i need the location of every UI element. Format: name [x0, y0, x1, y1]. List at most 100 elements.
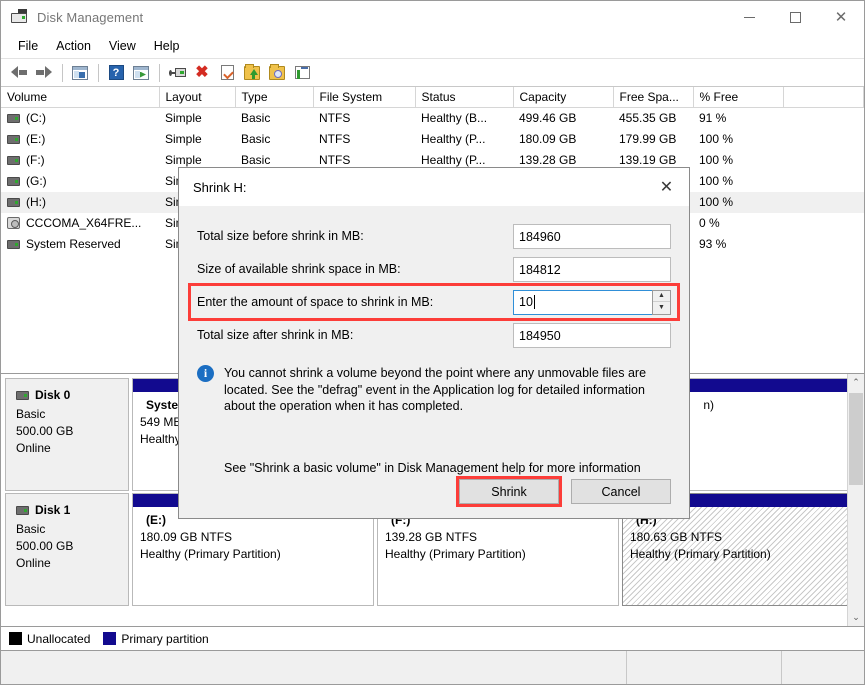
scrollbar-thumb[interactable]: [849, 393, 863, 485]
shrink-amount-spinner[interactable]: 10 ▲ ▼: [513, 290, 671, 315]
partition-status: Healthy (Primary Partition): [140, 546, 366, 563]
scroll-down-button[interactable]: ⌄: [848, 609, 864, 626]
cell-layout: Simple: [159, 108, 235, 129]
column-header-file-system[interactable]: File System: [313, 87, 415, 108]
column-header-free-space[interactable]: Free Spa...: [613, 87, 693, 108]
close-button[interactable]: ✕: [818, 1, 864, 33]
value-total-size-before: 184960: [513, 224, 671, 249]
maximize-button[interactable]: [772, 1, 818, 33]
column-header-percent-free[interactable]: % Free: [693, 87, 783, 108]
cell-free-space: 455.35 GB: [613, 108, 693, 129]
maximize-icon: [790, 12, 801, 23]
vertical-scrollbar[interactable]: ⌃ ⌄: [847, 374, 864, 626]
minimize-button[interactable]: [726, 1, 772, 33]
scrollbar-track[interactable]: [848, 391, 864, 609]
cell-type: Basic: [235, 108, 313, 129]
disk-state: Online: [16, 555, 118, 572]
rescan-disks-button[interactable]: [165, 62, 189, 84]
cell-volume: CCCOMA_X64FRE...: [26, 216, 141, 230]
disk-management-window: Disk Management ✕ File Action View Help …: [0, 0, 865, 685]
column-header-layout[interactable]: Layout: [159, 87, 235, 108]
label-shrink-amount: Enter the amount of space to shrink in M…: [197, 295, 513, 309]
partition-size: 180.09 GB NTFS: [140, 529, 366, 546]
spinner-up-button[interactable]: ▲: [653, 291, 670, 303]
rescan-disks-icon: [169, 66, 186, 79]
cell-free-space: 179.99 GB: [613, 129, 693, 150]
value-total-size-after: 184950: [513, 323, 671, 348]
cell-layout: Simple: [159, 129, 235, 150]
list-view-button[interactable]: [290, 62, 314, 84]
drive-icon: [7, 177, 20, 186]
dialog-info-text: You cannot shrink a volume beyond the po…: [224, 365, 671, 415]
column-header-blank[interactable]: [783, 87, 864, 108]
shrink-amount-input[interactable]: 10: [513, 290, 652, 315]
drive-icon: [7, 114, 20, 123]
list-view-icon: [295, 66, 310, 79]
disk-info-panel[interactable]: Disk 1 Basic 500.00 GB Online: [5, 493, 129, 606]
window-controls: ✕: [726, 1, 864, 33]
menu-help[interactable]: Help: [145, 36, 189, 56]
back-button[interactable]: [7, 62, 31, 84]
cell-percent-free: 100 %: [693, 150, 783, 171]
dialog-title-bar: Shrink H: ✕: [179, 168, 689, 206]
disk-size: 500.00 GB: [16, 538, 118, 555]
scroll-up-button[interactable]: ⌃: [848, 374, 864, 391]
partition-size: 139.28 GB NTFS: [385, 529, 611, 546]
disk-title: Disk 1: [16, 502, 118, 519]
information-icon: i: [197, 365, 214, 382]
table-row[interactable]: (C:) Simple Basic NTFS Healthy (B... 499…: [1, 108, 864, 129]
cell-percent-free: 100 %: [693, 129, 783, 150]
cancel-button[interactable]: Cancel: [571, 479, 671, 504]
primary-partition-swatch: [103, 632, 116, 645]
status-cell-secondary: [627, 651, 782, 684]
search-folder-button[interactable]: [265, 62, 289, 84]
delete-button[interactable]: ✖: [190, 62, 214, 84]
close-icon: ✕: [660, 177, 673, 197]
menu-action[interactable]: Action: [47, 36, 100, 56]
spinner-down-button[interactable]: ▼: [653, 302, 670, 314]
show-hide-console-tree-icon: [72, 66, 88, 80]
spinner-buttons[interactable]: ▲ ▼: [652, 290, 671, 315]
properties-button[interactable]: [215, 62, 239, 84]
dialog-close-button[interactable]: ✕: [644, 168, 689, 206]
label-available-shrink-space: Size of available shrink space in MB:: [197, 262, 513, 276]
drive-icon: [7, 240, 20, 249]
dialog-buttons: Shrink Cancel: [459, 479, 671, 504]
table-row[interactable]: (E:) Simple Basic NTFS Healthy (P... 180…: [1, 129, 864, 150]
cell-type: Basic: [235, 129, 313, 150]
column-header-volume[interactable]: Volume: [1, 87, 159, 108]
show-action-pane-button[interactable]: [129, 62, 153, 84]
drive-icon: [7, 135, 20, 144]
cell-percent-free: 93 %: [693, 234, 783, 255]
search-folder-icon: [269, 66, 285, 80]
label-total-size-after: Total size after shrink in MB:: [197, 328, 513, 342]
legend-item-unallocated: Unallocated: [9, 632, 90, 646]
cell-volume: (E:): [26, 132, 45, 146]
cell-volume: (C:): [26, 111, 46, 125]
cell-capacity: 180.09 GB: [513, 129, 613, 150]
drive-icon: [7, 156, 20, 165]
properties-icon: [221, 65, 234, 80]
shrink-button[interactable]: Shrink: [459, 479, 559, 504]
field-row-total-size-before: Total size before shrink in MB: 184960: [197, 220, 671, 252]
menu-file[interactable]: File: [9, 36, 47, 56]
forward-button[interactable]: [32, 62, 56, 84]
dialog-info-row: i You cannot shrink a volume beyond the …: [197, 365, 671, 415]
drive-icon: [7, 198, 20, 207]
toolbar-separator: [98, 64, 99, 82]
cell-status: Healthy (P...: [415, 129, 513, 150]
menu-view[interactable]: View: [100, 36, 145, 56]
cell-volume: System Reserved: [26, 237, 121, 251]
cell-volume: (H:): [26, 195, 46, 209]
column-header-status[interactable]: Status: [415, 87, 513, 108]
column-header-capacity[interactable]: Capacity: [513, 87, 613, 108]
show-console-tree-button[interactable]: [68, 62, 92, 84]
unallocated-swatch: [9, 632, 22, 645]
menu-bar: File Action View Help: [1, 33, 864, 59]
disk-info-panel[interactable]: Disk 0 Basic 500.00 GB Online: [5, 378, 129, 491]
export-list-icon: [244, 66, 260, 80]
help-button[interactable]: ?: [104, 62, 128, 84]
export-list-button[interactable]: [240, 62, 264, 84]
disk-icon: [16, 391, 29, 400]
column-header-type[interactable]: Type: [235, 87, 313, 108]
